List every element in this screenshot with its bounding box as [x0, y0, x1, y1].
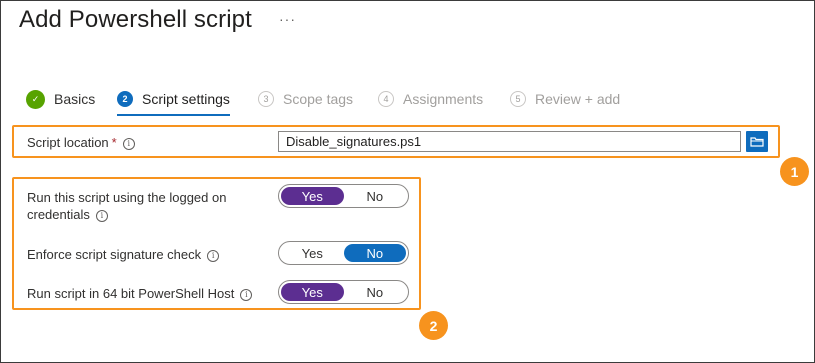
step-number-icon: 5 — [510, 91, 526, 107]
required-marker: * — [111, 135, 117, 150]
info-icon[interactable]: i — [122, 137, 135, 150]
run-logged-on-toggle[interactable]: Yes No — [278, 184, 409, 208]
tab-label: Script settings — [142, 91, 230, 107]
tab-label: Scope tags — [283, 91, 354, 107]
script-location-label: Script location * i — [27, 134, 135, 151]
tab-basics[interactable]: ✓ Basics — [26, 86, 95, 112]
callout-badge-1: 1 — [780, 157, 809, 186]
toggle-yes-option[interactable]: Yes — [281, 244, 344, 262]
toggle-yes-option[interactable]: Yes — [281, 187, 344, 205]
run-64bit-toggle[interactable]: Yes No — [278, 280, 409, 304]
tab-assignments[interactable]: 4 Assignments — [378, 86, 483, 112]
folder-icon — [750, 137, 764, 147]
tab-label: Basics — [54, 91, 96, 107]
info-icon[interactable]: i — [207, 249, 220, 262]
info-icon[interactable]: i — [95, 209, 108, 222]
run-logged-on-label: Run this script using the logged on cred… — [27, 190, 227, 222]
script-location-field[interactable]: Disable_signatures.ps1 — [278, 131, 741, 152]
tab-scope-tags[interactable]: 3 Scope tags — [258, 86, 353, 112]
page-title: Add Powershell script — [19, 6, 252, 33]
info-icon[interactable]: i — [240, 288, 253, 301]
callout-badge-2: 2 — [419, 311, 448, 340]
enforce-signature-toggle[interactable]: Yes No — [278, 241, 409, 265]
check-icon: ✓ — [26, 89, 45, 109]
step-number-icon: 4 — [378, 91, 394, 107]
tab-label: Assignments — [403, 91, 484, 107]
tab-label: Review + add — [535, 91, 621, 107]
run-64bit-label: Run script in 64 bit PowerShell Host i — [27, 285, 253, 302]
toggle-no-option[interactable]: No — [344, 187, 407, 205]
browse-folder-button[interactable] — [746, 131, 768, 152]
toggle-yes-option[interactable]: Yes — [281, 283, 344, 301]
toggle-no-option[interactable]: No — [344, 283, 407, 301]
step-number-icon: 3 — [258, 91, 274, 107]
enforce-signature-label: Enforce script signature check i — [27, 246, 220, 263]
step-number-icon: 2 — [117, 91, 133, 107]
tab-review-add[interactable]: 5 Review + add — [510, 86, 620, 112]
more-options-button[interactable]: ··· — [279, 11, 296, 27]
toggle-no-option[interactable]: No — [343, 244, 406, 262]
tab-script-settings[interactable]: 2 Script settings — [117, 86, 230, 116]
